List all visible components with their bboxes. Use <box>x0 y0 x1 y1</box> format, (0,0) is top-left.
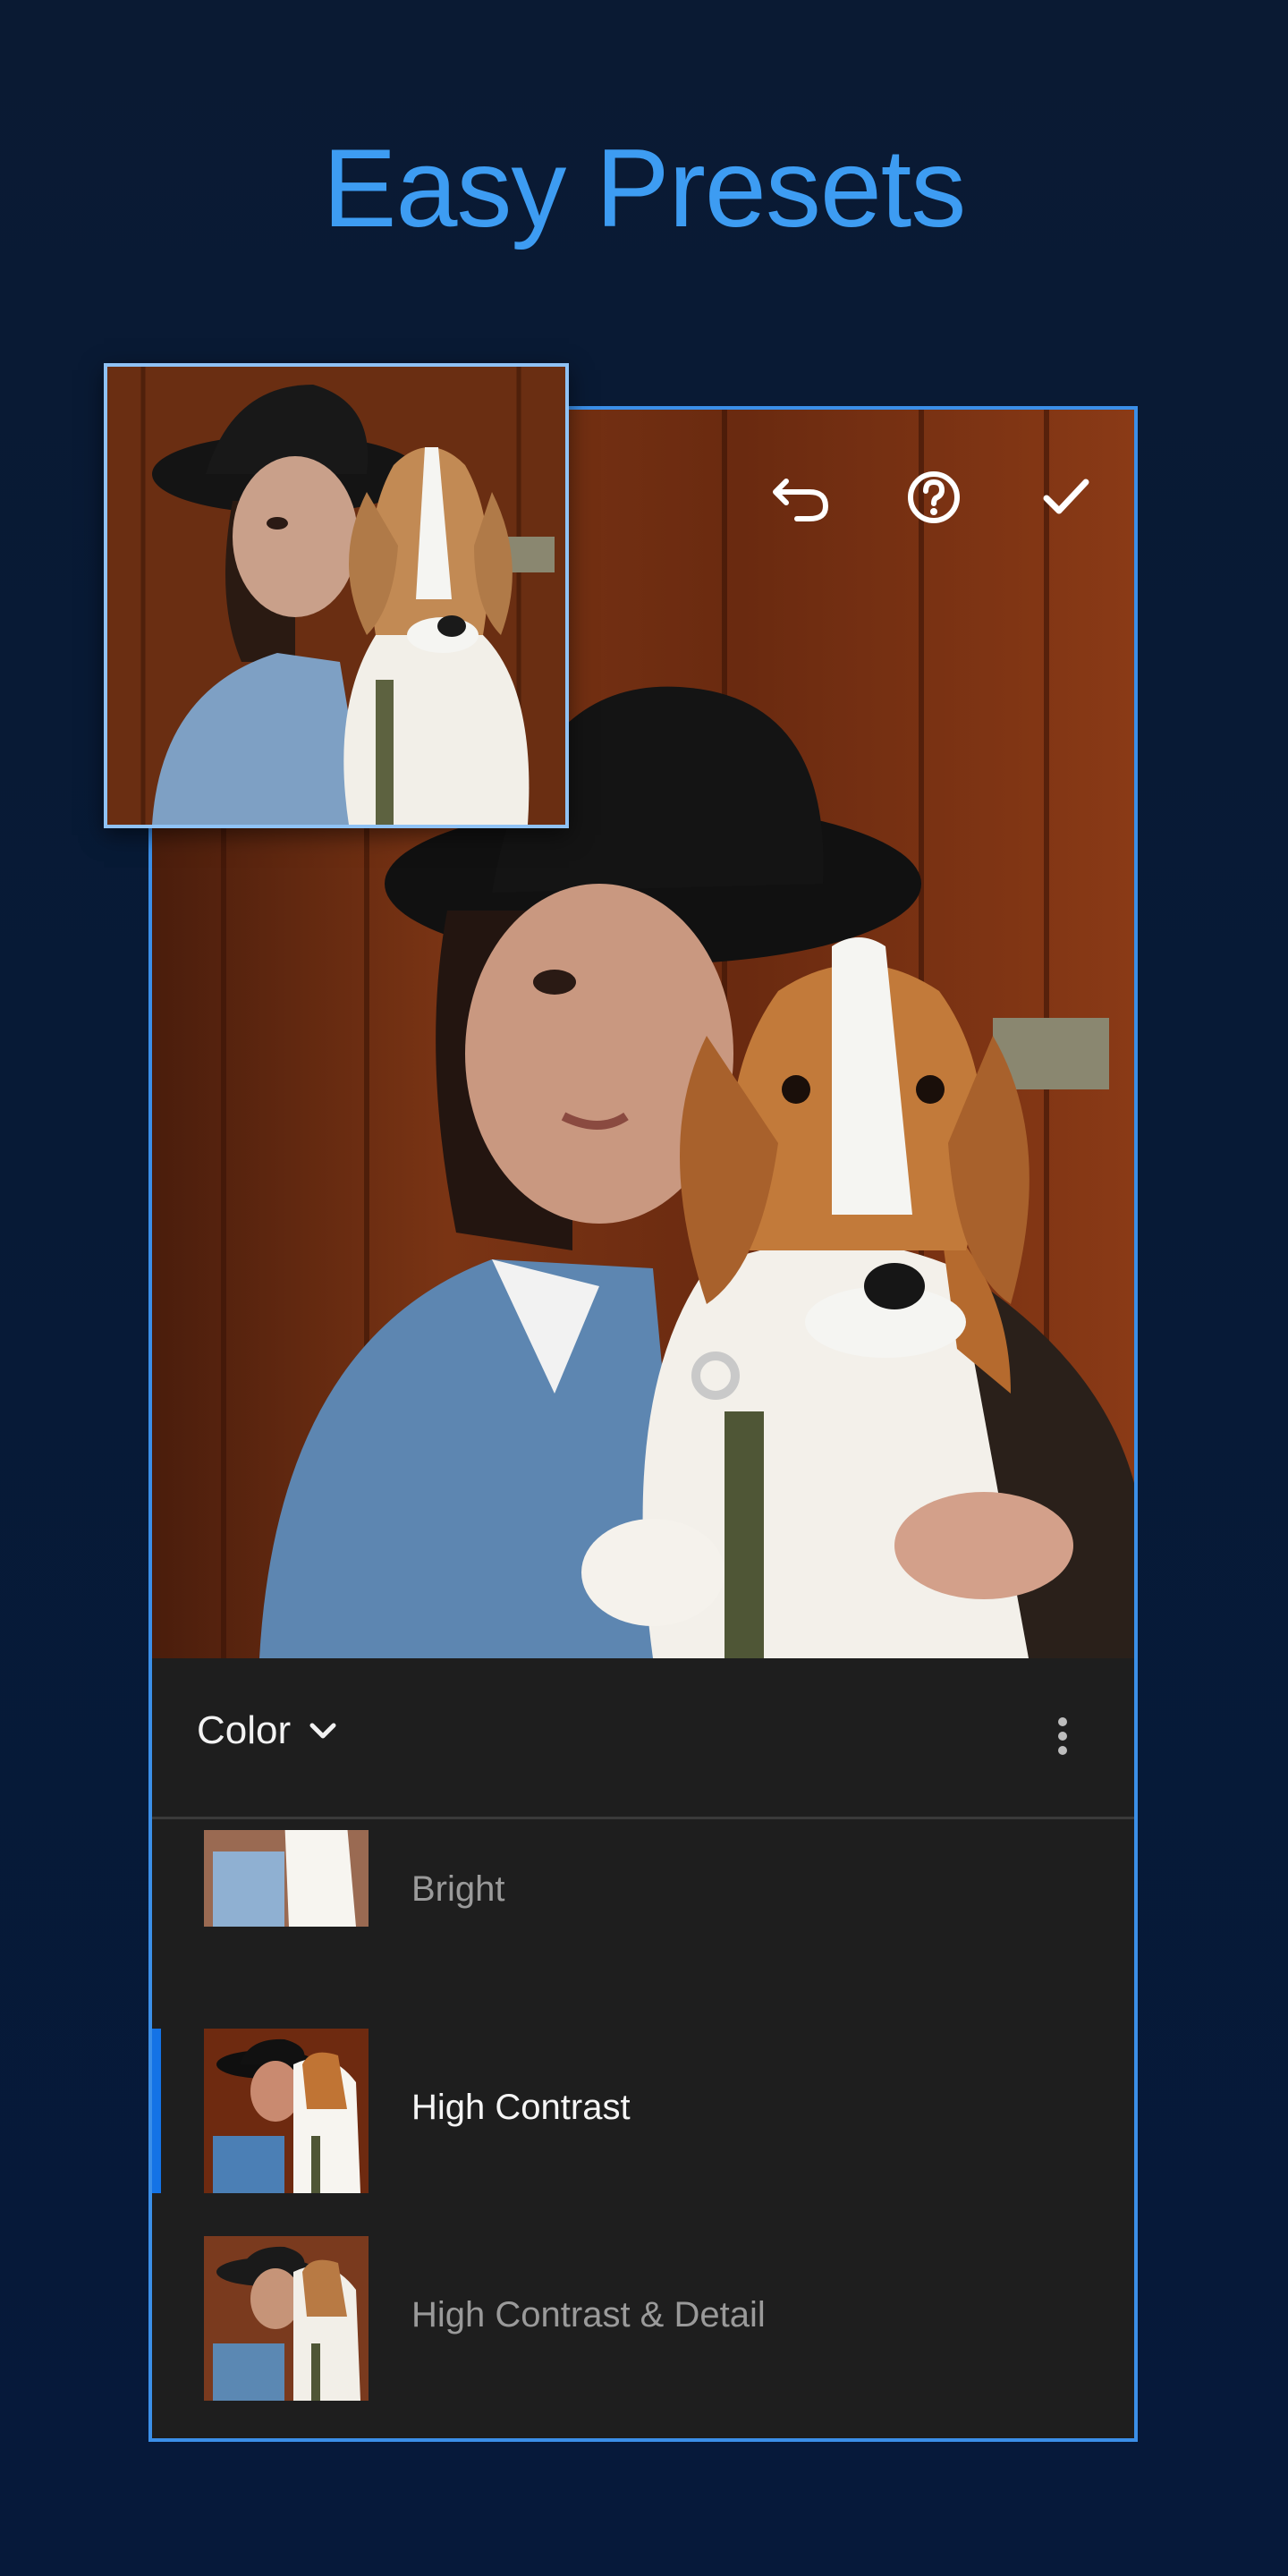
thumbnail-image <box>204 2236 369 2401</box>
preset-item-partial[interactable] <box>152 2402 1134 2438</box>
before-preview-inset <box>104 363 569 828</box>
thumbnail-image <box>204 1830 369 1927</box>
more-options-button[interactable] <box>1054 1712 1072 1766</box>
before-photo <box>107 367 565 825</box>
preset-label: High Contrast <box>411 2088 631 2127</box>
preset-thumbnail <box>204 2029 369 2193</box>
preset-thumbnail <box>204 2236 369 2401</box>
preset-label: High Contrast & Detail <box>411 2295 766 2334</box>
selection-indicator <box>152 2029 161 2193</box>
preset-thumbnail <box>204 1830 369 1927</box>
help-button[interactable] <box>902 465 966 530</box>
edit-toolbar <box>769 465 1098 530</box>
help-icon <box>908 471 960 523</box>
preset-item-high-contrast[interactable]: High Contrast <box>152 1987 1134 2195</box>
checkmark-icon <box>1043 479 1089 514</box>
thumbnail-image <box>204 2029 369 2193</box>
page-headline: Easy Presets <box>322 127 967 250</box>
preset-group-label: Color <box>197 1708 292 1752</box>
preset-label: Bright <box>411 1869 505 1909</box>
chevron-down-icon <box>309 1723 336 1739</box>
undo-button[interactable] <box>769 465 834 530</box>
confirm-button[interactable] <box>1034 465 1098 530</box>
preset-item-high-contrast-detail[interactable]: High Contrast & Detail <box>152 2195 1134 2402</box>
undo-icon <box>773 479 829 521</box>
preset-group-dropdown[interactable]: Color <box>197 1708 337 1753</box>
more-vertical-icon <box>1058 1717 1067 1726</box>
preset-item-bright[interactable]: Bright <box>152 1780 1134 1987</box>
